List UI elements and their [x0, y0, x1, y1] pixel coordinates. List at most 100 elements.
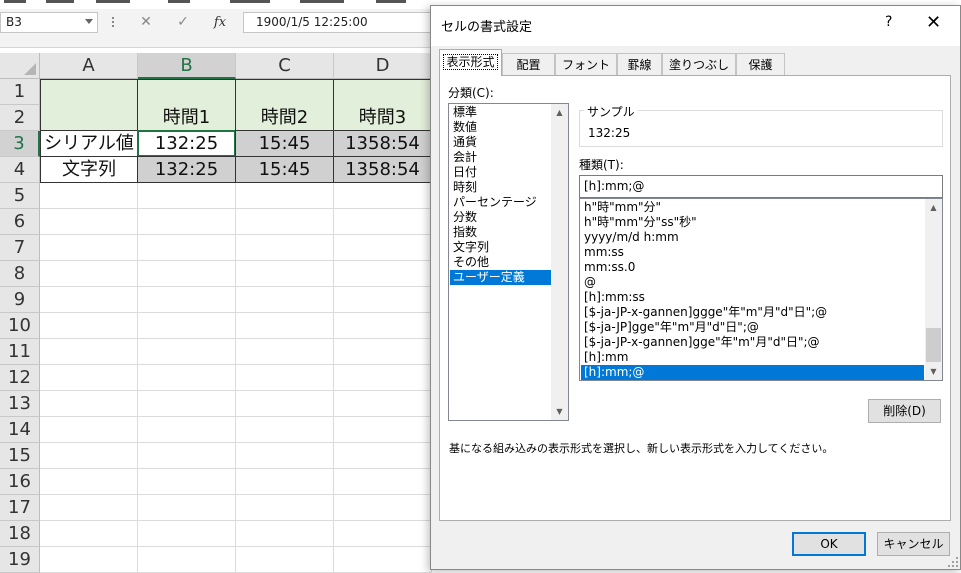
format-item[interactable]: h"時"mm"分": [581, 200, 924, 215]
select-all-icon: [24, 63, 36, 75]
resize-grip-icon[interactable]: [948, 557, 958, 567]
format-item[interactable]: mm:ss: [581, 245, 924, 260]
row-header[interactable]: 12: [0, 365, 40, 391]
name-box[interactable]: B3: [0, 12, 98, 33]
cancel-entry-button[interactable]: ✕: [131, 12, 161, 33]
category-item[interactable]: 会計: [450, 150, 551, 165]
category-item[interactable]: 時刻: [450, 180, 551, 195]
column-header-d[interactable]: D: [334, 53, 432, 79]
row-header[interactable]: 16: [0, 469, 40, 495]
row-header[interactable]: 6: [0, 209, 40, 235]
tab-font[interactable]: フォント: [555, 53, 617, 75]
category-item[interactable]: 分数: [450, 210, 551, 225]
tab-fill[interactable]: 塗りつぶし: [662, 53, 736, 75]
insert-function-button[interactable]: fx: [205, 12, 235, 33]
format-item[interactable]: @: [581, 275, 924, 290]
column-header-a[interactable]: A: [40, 53, 138, 79]
row-header[interactable]: 13: [0, 391, 40, 417]
active-cell[interactable]: 132:25: [137, 130, 236, 157]
format-code-list[interactable]: h"時"mm"分" h"時"mm"分"ss"秒" yyyy/m/d h:mm m…: [579, 198, 943, 381]
format-item[interactable]: [$-ja-JP-x-gannen]gge"年"m"月"d"日";@: [581, 335, 924, 350]
select-all-button[interactable]: [0, 53, 40, 79]
format-scrollbar[interactable]: ▲ ▼: [925, 199, 942, 380]
ok-button[interactable]: OK: [792, 532, 866, 556]
scroll-up-icon[interactable]: ▲: [925, 199, 942, 216]
formula-value: 1900/1/5 12:25:00: [256, 15, 368, 29]
number-format-panel: 分類(C): 標準 数値 通貨 会計 日付 時刻 パーセンテージ 分数 指数 文…: [439, 75, 951, 521]
category-item[interactable]: 文字列: [450, 240, 551, 255]
format-item-selected[interactable]: [h]:mm;@: [581, 365, 924, 380]
category-item[interactable]: 通貨: [450, 135, 551, 150]
format-item[interactable]: [$-ja-JP]gge"年"m"月"d"日";@: [581, 320, 924, 335]
data-cell[interactable]: 1358:54: [333, 156, 432, 183]
scroll-down-icon[interactable]: ▼: [925, 363, 942, 380]
format-item[interactable]: [h]:mm:ss: [581, 290, 924, 305]
format-item[interactable]: [h]:mm: [581, 350, 924, 365]
data-cell[interactable]: 132:25: [137, 156, 236, 183]
category-item[interactable]: 数値: [450, 120, 551, 135]
row-header[interactable]: 14: [0, 417, 40, 443]
category-item[interactable]: 標準: [450, 105, 551, 120]
category-item[interactable]: その他: [450, 255, 551, 270]
category-item[interactable]: パーセンテージ: [450, 195, 551, 210]
close-button[interactable]: ✕: [926, 12, 941, 33]
format-item[interactable]: h"時"mm"分"ss"秒": [581, 215, 924, 230]
column-header-c[interactable]: C: [236, 53, 334, 79]
help-button[interactable]: ?: [885, 14, 892, 30]
row-header[interactable]: 1: [0, 79, 40, 105]
cancel-button[interactable]: キャンセル: [877, 532, 950, 556]
format-item[interactable]: yyyy/m/d h:mm: [581, 230, 924, 245]
row-header[interactable]: 4: [0, 157, 40, 183]
row-header[interactable]: 15: [0, 443, 40, 469]
tab-number[interactable]: 表示形式: [439, 49, 502, 76]
format-description: 基になる組み込みの表示形式を選択し、新しい表示形式を入力してください。: [449, 442, 834, 455]
data-cell[interactable]: 1358:54: [333, 130, 432, 157]
row-header[interactable]: 17: [0, 495, 40, 521]
chevron-down-icon[interactable]: [85, 19, 93, 24]
ribbon-remnant-mark: [300, 0, 344, 3]
row-label-cell[interactable]: シリアル値: [40, 130, 138, 157]
scroll-down-icon[interactable]: ▼: [551, 403, 568, 420]
empty-cells[interactable]: [40, 183, 432, 573]
row-header[interactable]: 18: [0, 521, 40, 547]
scroll-thumb[interactable]: [926, 328, 941, 362]
row-header[interactable]: 9: [0, 287, 40, 313]
tab-alignment[interactable]: 配置: [502, 53, 555, 75]
row-header[interactable]: 7: [0, 235, 40, 261]
row-label-cell[interactable]: 文字列: [40, 156, 138, 183]
header-label: 時間1: [162, 107, 211, 128]
row-header[interactable]: 2: [0, 105, 40, 131]
category-item[interactable]: 日付: [450, 165, 551, 180]
name-box-value: B3: [6, 15, 22, 29]
format-cells-dialog: セルの書式設定 ? ✕ 表示形式 配置 フォント 罫線 塗りつぶし 保護 分類(…: [430, 5, 961, 570]
category-scrollbar[interactable]: ▲ ▼: [551, 104, 568, 420]
delete-button[interactable]: 削除(D): [868, 399, 941, 423]
data-cell[interactable]: 15:45: [235, 130, 334, 157]
drag-handle-icon[interactable]: [112, 17, 114, 31]
type-input[interactable]: [h]:mm;@: [579, 175, 943, 198]
scroll-up-icon[interactable]: ▲: [551, 104, 568, 121]
category-item[interactable]: 指数: [450, 225, 551, 240]
tab-protection[interactable]: 保護: [736, 53, 785, 75]
enter-button[interactable]: ✓: [168, 12, 198, 33]
dialog-titlebar[interactable]: セルの書式設定 ? ✕: [431, 6, 960, 46]
category-list[interactable]: 標準 数値 通貨 会計 日付 時刻 パーセンテージ 分数 指数 文字列 その他 …: [448, 103, 569, 421]
header-cell-a[interactable]: [40, 79, 138, 131]
format-item[interactable]: [$-ja-JP-x-gannen]ggge"年"m"月"d"日";@: [581, 305, 924, 320]
row-header[interactable]: 8: [0, 261, 40, 287]
ribbon-remnant-mark: [230, 0, 270, 3]
row-header[interactable]: 3: [0, 131, 40, 157]
dialog-title: セルの書式設定: [441, 20, 533, 35]
column-header-b[interactable]: B: [138, 53, 236, 79]
row-header[interactable]: 10: [0, 313, 40, 339]
sample-value: 132:25: [588, 126, 631, 140]
tab-border[interactable]: 罫線: [617, 53, 662, 75]
sample-label: サンプル: [584, 103, 638, 120]
row-header[interactable]: 11: [0, 339, 40, 365]
data-cell[interactable]: 15:45: [235, 156, 334, 183]
row-header[interactable]: 5: [0, 183, 40, 209]
format-item[interactable]: mm:ss.0: [581, 260, 924, 275]
row-header[interactable]: 19: [0, 547, 40, 573]
tab-label: 表示形式: [443, 54, 498, 70]
category-item-selected[interactable]: ユーザー定義: [450, 270, 551, 285]
